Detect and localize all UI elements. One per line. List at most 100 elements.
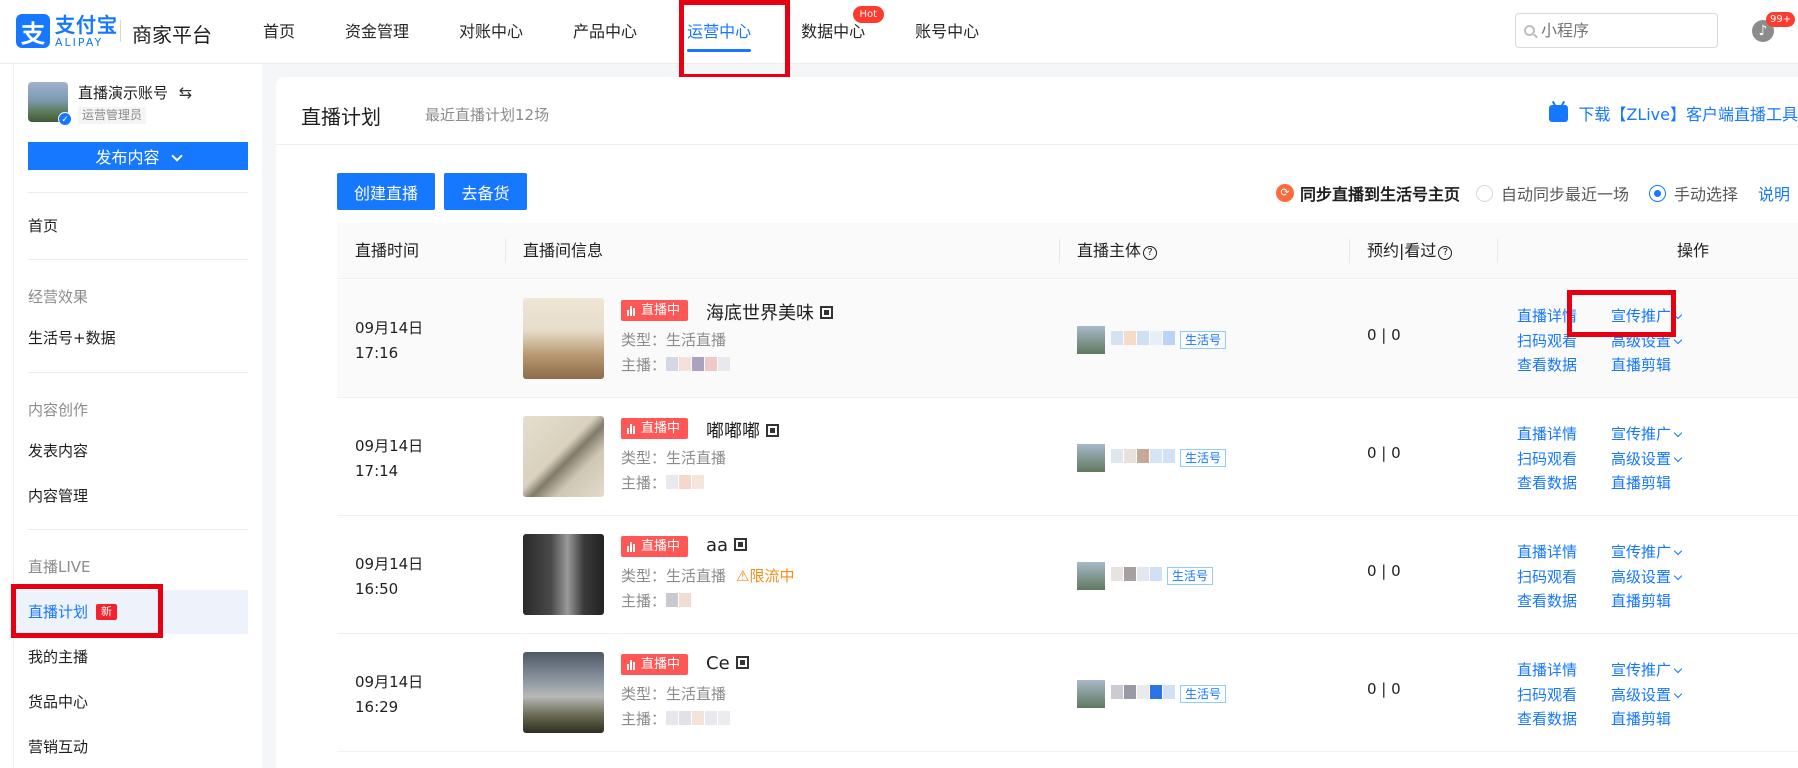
scan-watch-link[interactable]: 扫码观看 [1517, 447, 1577, 472]
chevron-down-icon [1673, 310, 1683, 320]
sidebar-item-goods[interactable]: 货品中心 [14, 682, 248, 722]
nav-data[interactable]: 数据中心 Hot [776, 0, 890, 64]
blurred-host-name [666, 474, 705, 493]
table-row: 09月14日 16:50 直播中 aa 类型：生活直播 ⚠限流中 主播： 生活号 0… [337, 516, 1798, 634]
promote-dropdown[interactable]: 宣传推广 [1611, 304, 1683, 329]
manual-select-label[interactable]: 手动选择 [1674, 181, 1738, 205]
qr-code-icon[interactable] [735, 656, 749, 669]
live-status-tag: 直播中 [621, 654, 689, 675]
account-name: 直播演示账号 [78, 84, 169, 102]
table-header: 直播时间 直播间信息 直播主体? 预约|看过? 操作 [337, 223, 1798, 279]
live-cover-image[interactable] [523, 416, 604, 497]
advanced-settings-dropdown[interactable]: 高级设置 [1611, 447, 1683, 472]
subject-avatar [1077, 562, 1105, 590]
nav-products[interactable]: 产品中心 [548, 0, 662, 64]
account-info[interactable]: ✓ 直播演示账号 ⇆ 运营管理员 [28, 82, 192, 126]
help-icon[interactable]: ? [1438, 246, 1453, 260]
qr-code-icon[interactable] [820, 306, 833, 319]
help-icon[interactable]: ? [1143, 246, 1158, 260]
switch-account-icon[interactable]: ⇆ [179, 83, 192, 102]
brand-divider [120, 20, 121, 42]
live-clip-link[interactable]: 直播剪辑 [1611, 471, 1681, 496]
blurred-subject-name [1111, 567, 1163, 585]
live-clip-link[interactable]: 直播剪辑 [1611, 589, 1681, 614]
promote-dropdown[interactable]: 宣传推广 [1611, 540, 1683, 565]
actions-primary: 直播详情 扫码观看 查看数据 [1517, 304, 1577, 378]
scan-watch-link[interactable]: 扫码观看 [1517, 565, 1577, 590]
actions-secondary: 宣传推广 高级设置 直播剪辑 [1611, 540, 1683, 614]
sidebar-divider [28, 259, 248, 260]
live-cover-image[interactable] [523, 652, 604, 733]
sidebar: ✓ 直播演示账号 ⇆ 运营管理员 发布内容 首页 经营效果 生活号+数据 内容创… [14, 64, 262, 768]
verified-icon: ✓ [58, 112, 72, 126]
create-live-button[interactable]: 创建直播 [337, 173, 435, 210]
sidebar-divider [28, 529, 248, 530]
go-stock-button[interactable]: 去备货 [444, 173, 527, 210]
live-status-tag: 直播中 [621, 536, 689, 557]
sidebar-item-life-data[interactable]: 生活号+数据 [14, 318, 248, 358]
live-name: aa [706, 535, 748, 556]
sync-label: 同步直播到生活号主页 [1299, 185, 1460, 204]
promote-dropdown[interactable]: 宣传推广 [1611, 422, 1683, 447]
nav-home[interactable]: 首页 [238, 0, 320, 64]
view-data-link[interactable]: 查看数据 [1517, 589, 1577, 614]
reserve-view-count: 0 | 0 [1367, 444, 1401, 462]
download-zlive-link[interactable]: 下载【ZLive】客户端直播工具 [1549, 101, 1798, 125]
advanced-settings-dropdown[interactable]: 高级设置 [1611, 565, 1683, 590]
nav-account[interactable]: 账号中心 [890, 0, 1004, 64]
subject-avatar [1077, 326, 1105, 354]
search-input[interactable] [1541, 21, 1701, 40]
nav-operations[interactable]: 运营中心 [662, 0, 776, 64]
live-status-tag: 直播中 [621, 418, 689, 439]
view-data-link[interactable]: 查看数据 [1517, 353, 1577, 378]
avatar: ✓ [28, 82, 72, 126]
scan-watch-link[interactable]: 扫码观看 [1517, 329, 1577, 354]
notification-count-badge: 99+ [1766, 12, 1796, 27]
column-time: 直播时间 [355, 241, 420, 260]
reserve-view-count: 0 | 0 [1367, 562, 1401, 580]
live-detail-link[interactable]: 直播详情 [1517, 658, 1577, 683]
live-detail-link[interactable]: 直播详情 [1517, 422, 1577, 447]
chevron-down-icon [1673, 453, 1683, 462]
sidebar-item-live-plan[interactable]: 直播计划新 [14, 590, 248, 634]
live-detail-link[interactable]: 直播详情 [1517, 540, 1577, 565]
view-data-link[interactable]: 查看数据 [1517, 707, 1577, 732]
live-cover-image[interactable] [523, 534, 604, 615]
nav-reconciliation[interactable]: 对账中心 [434, 0, 548, 64]
sidebar-item-content-manage[interactable]: 内容管理 [14, 476, 248, 516]
live-clip-link[interactable]: 直播剪辑 [1611, 353, 1681, 378]
chevron-down-icon [1673, 335, 1683, 344]
publish-content-button[interactable]: 发布内容 [28, 142, 248, 170]
qr-code-icon[interactable] [766, 424, 779, 437]
auto-sync-label[interactable]: 自动同步最近一场 [1501, 181, 1629, 205]
alipay-logo[interactable]: 支 支付宝 ALIPAY [16, 14, 118, 48]
advanced-settings-dropdown[interactable]: 高级设置 [1611, 329, 1683, 354]
sidebar-item-publish[interactable]: 发表内容 [14, 431, 248, 471]
chevron-down-icon [170, 150, 183, 162]
search-box[interactable] [1515, 13, 1718, 48]
live-name: 海底世界美味 [706, 299, 833, 325]
view-data-link[interactable]: 查看数据 [1517, 471, 1577, 496]
live-cover-image[interactable] [523, 298, 604, 379]
live-bars-icon [627, 305, 636, 316]
qr-code-icon[interactable] [734, 538, 748, 551]
sidebar-item-my-anchors[interactable]: 我的主播 [14, 637, 248, 677]
blurred-host-name [666, 592, 692, 611]
sidebar-item-home[interactable]: 首页 [14, 206, 248, 246]
subject-tag: 生活号 [1167, 567, 1214, 585]
live-type: 类型：生活直播 ⚠限流中 [621, 567, 795, 585]
live-clip-link[interactable]: 直播剪辑 [1611, 707, 1681, 732]
advanced-settings-dropdown[interactable]: 高级设置 [1611, 683, 1683, 708]
sidebar-item-marketing[interactable]: 营销互动 [14, 727, 248, 767]
live-status-tag: 直播中 [621, 300, 689, 321]
help-link[interactable]: 说明 [1758, 181, 1790, 205]
actions-primary: 直播详情 扫码观看 查看数据 [1517, 422, 1577, 496]
nav-funds[interactable]: 资金管理 [320, 0, 434, 64]
live-detail-link[interactable]: 直播详情 [1517, 304, 1577, 329]
promote-dropdown[interactable]: 宣传推广 [1611, 658, 1683, 683]
chevron-down-icon [1673, 689, 1683, 698]
blurred-subject-name [1111, 685, 1176, 703]
scan-watch-link[interactable]: 扫码观看 [1517, 683, 1577, 708]
auto-sync-radio[interactable] [1475, 184, 1493, 202]
manual-select-radio[interactable] [1648, 184, 1666, 202]
